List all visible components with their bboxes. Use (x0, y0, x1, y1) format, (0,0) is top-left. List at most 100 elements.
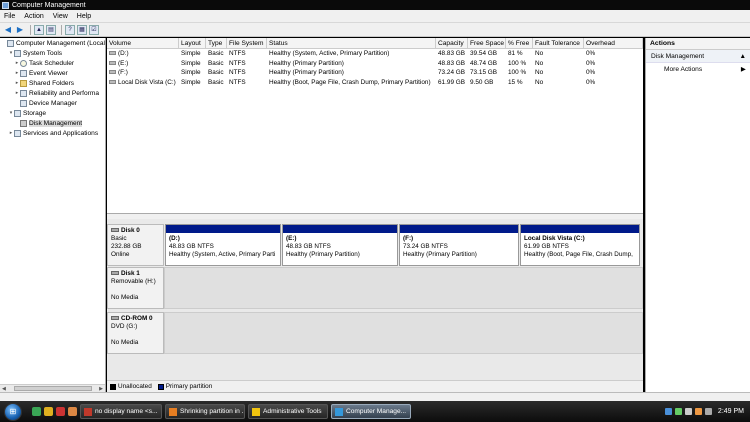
column-header[interactable]: Free Space (468, 38, 506, 48)
partition-block[interactable]: (D:) 48.83 GB NTFS Healthy (System, Active… (165, 224, 281, 266)
tree-item[interactable]: Device Manager (0, 98, 105, 108)
partition-status: Healthy (Primary Partition) (286, 251, 360, 258)
partition-status: Healthy (Boot, Page File, Crash Dump, (524, 251, 633, 258)
volume-cell: 39.54 GB (470, 50, 498, 57)
taskbar-button[interactable]: no display name <s... (80, 404, 162, 419)
tree-item[interactable]: Disk Management (0, 118, 105, 128)
more-actions-item[interactable]: More Actions ▶ (646, 63, 750, 76)
taskbar-button-label: no display name <s... (95, 408, 158, 415)
volume-icon[interactable] (704, 408, 712, 415)
taskbar-button[interactable]: Administrative Tools (248, 404, 328, 419)
disk-partitions (164, 267, 643, 309)
volume-row[interactable]: Local Disk Vista (C:) Simple Basic NTFS Heal… (107, 78, 643, 88)
column-header[interactable]: Volume (107, 38, 179, 48)
column-header[interactable]: % Free (506, 38, 533, 48)
back-arrow-icon[interactable]: ◀ (3, 25, 13, 35)
tray-icon[interactable] (684, 408, 692, 415)
disk-row[interactable]: Disk 0 Basic 232.88 GB Online (D:) 48.83 GB N… (107, 224, 643, 266)
column-header[interactable]: Capacity (436, 38, 468, 48)
quicklaunch-icon[interactable] (44, 407, 53, 416)
taskbar-button[interactable]: Shrinking partition in ... (165, 404, 245, 419)
tree-item[interactable]: ▸ Services and Applications (0, 128, 105, 138)
help-icon[interactable]: ? (65, 24, 75, 35)
partition-type-bar (521, 225, 639, 233)
volume-cell: 100 % (508, 59, 527, 67)
scroll-right-icon[interactable]: ▶ (99, 386, 103, 392)
more-actions-label: More Actions (664, 66, 703, 73)
tree-item[interactable]: ▾ Storage (0, 108, 105, 118)
disk-info[interactable]: Disk 0 Basic 232.88 GB Online (107, 224, 164, 266)
volume-cell: (E:) (107, 59, 179, 69)
disk-info[interactable]: Disk 1 Removable (H:) No Media (107, 267, 164, 309)
tray-clock[interactable]: 2:49 PM (718, 408, 744, 415)
tree-item[interactable]: ▸ Shared Folders (0, 78, 105, 88)
tree-item-label: System Tools (23, 49, 63, 57)
toolbar-separator (30, 24, 31, 35)
volume-row[interactable]: (D:) Simple Basic NTFS Healthy (System, Acti… (107, 49, 643, 59)
quicklaunch-icon[interactable] (32, 407, 41, 416)
volume-cell: 81 % (508, 50, 523, 57)
perf-icon (20, 89, 27, 97)
taskbar-button-label: Shrinking partition in ... (180, 408, 245, 415)
volume-cell: No (535, 69, 544, 76)
disk-info[interactable]: CD-ROM 0 DVD (G:) No Media (107, 312, 164, 354)
volume-cell: Basic (208, 69, 224, 76)
start-button[interactable]: ⊞ (4, 402, 22, 421)
settings-icon[interactable]: ☑ (89, 24, 99, 35)
volume-cell: Local Disk Vista (C:) (107, 78, 179, 88)
partition-status: Healthy (System, Active, Primary Parti (169, 251, 276, 258)
console-tree: Computer Management (Local ▾ System Tools ▸… (0, 38, 106, 392)
forward-arrow-icon[interactable]: ▶ (15, 25, 25, 35)
volume-row[interactable]: (F:) Simple Basic NTFS Healthy (Primary Part… (107, 68, 643, 78)
up-folder-icon[interactable]: ▲ (34, 24, 44, 35)
disk-detail (111, 331, 160, 339)
volume-cell: Simple (181, 59, 201, 67)
column-header[interactable]: Overhead (584, 38, 643, 48)
volume-cell: (F:) (107, 68, 179, 78)
partition-details: Local Disk Vista (C:) 61.99 GB NTFS Health… (521, 233, 639, 261)
volume-cell: 0% (586, 50, 596, 57)
scroll-thumb[interactable] (13, 386, 92, 391)
column-header[interactable]: Fault Tolerance (533, 38, 584, 48)
tree-item[interactable]: ▸ Task Scheduler (0, 58, 105, 68)
tray-icon[interactable] (664, 408, 672, 415)
tray-icon[interactable] (694, 408, 702, 415)
menu-view[interactable]: View (53, 13, 68, 20)
column-header[interactable]: Layout (179, 38, 206, 48)
quicklaunch-icon[interactable] (68, 407, 77, 416)
collapse-up-icon[interactable]: ▲ (739, 50, 746, 62)
scroll-left-icon[interactable]: ◀ (2, 386, 6, 392)
disk-row[interactable]: CD-ROM 0 DVD (G:) No Media (107, 312, 643, 354)
menu-file[interactable]: File (4, 13, 15, 20)
volume-cell: NTFS (229, 50, 246, 57)
volume-name: (E:) (118, 59, 129, 67)
column-header[interactable]: File System (227, 38, 267, 48)
quicklaunch-icon[interactable] (56, 407, 65, 416)
tree-item[interactable]: ▸ Event Viewer (0, 68, 105, 78)
volume-cell: Basic (208, 59, 224, 67)
properties-icon[interactable]: ▦ (77, 24, 87, 35)
menu-help[interactable]: Help (77, 13, 91, 20)
tree-item[interactable]: Computer Management (Local (0, 38, 105, 48)
volume-row[interactable]: (E:) Simple Basic NTFS Healthy (Primary Part… (107, 59, 643, 69)
column-header[interactable]: Type (206, 38, 227, 48)
show-hide-tree-icon[interactable]: ▤ (46, 24, 56, 35)
taskbar-button[interactable]: Computer Manage... (331, 404, 411, 419)
menu-action[interactable]: Action (24, 13, 43, 20)
tree-item-label: Storage (23, 109, 47, 117)
actions-section-disk-management[interactable]: Disk Management ▲ (646, 50, 750, 63)
partition-block[interactable]: (F:) 73.24 GB NTFS Healthy (Primary Partit… (399, 224, 519, 266)
tree-horizontal-scrollbar[interactable]: ◀ ▶ (0, 384, 105, 392)
tree-item[interactable]: ▸ Reliability and Performa (0, 88, 105, 98)
partition-block[interactable]: (E:) 48.83 GB NTFS Healthy (Primary Partit… (282, 224, 398, 266)
column-header[interactable]: Status (267, 38, 436, 48)
disk-row[interactable]: Disk 1 Removable (H:) No Media (107, 267, 643, 309)
volume-cell: 0% (586, 78, 596, 86)
tray-icon[interactable] (674, 408, 682, 415)
disk-graphical-view: Disk 0 Basic 232.88 GB Online (D:) 48.83 GB N… (107, 219, 643, 392)
partition-block[interactable]: Local Disk Vista (C:) 61.99 GB NTFS Health… (520, 224, 640, 266)
tree-item-label: Services and Applications (23, 129, 99, 137)
taskbar-app-icon (169, 407, 177, 416)
window-titlebar[interactable]: Computer Management (0, 0, 750, 10)
tree-item[interactable]: ▾ System Tools (0, 48, 105, 58)
